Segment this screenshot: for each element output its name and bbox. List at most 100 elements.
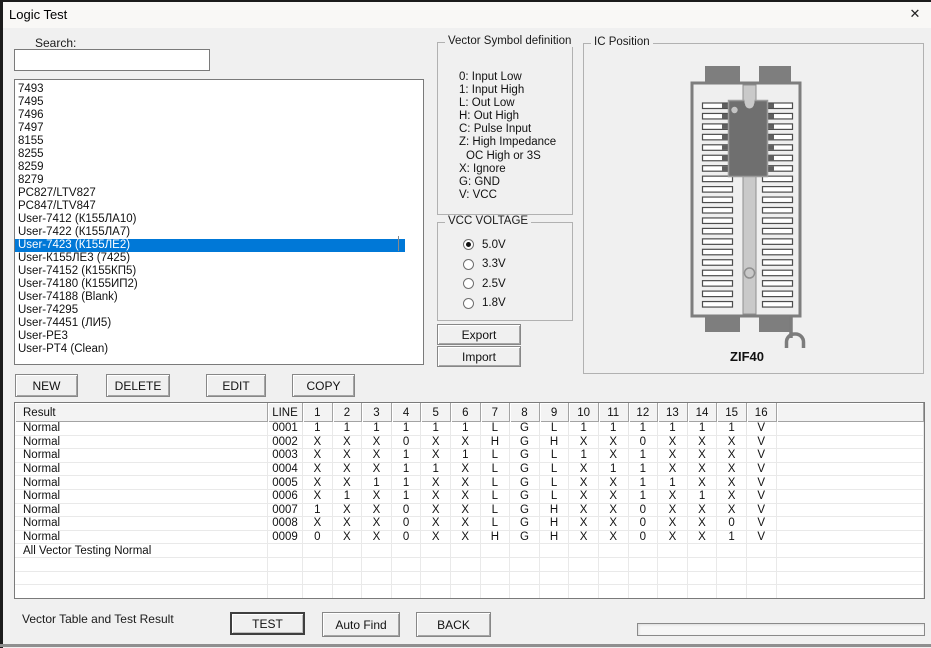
line-cell xyxy=(268,544,303,558)
pin-cell: 1 xyxy=(629,490,659,504)
vector-symbol-line: G: GND xyxy=(459,176,556,189)
result-cell[interactable]: Normal xyxy=(15,531,268,545)
pin-cell: V xyxy=(747,504,777,518)
vcc-option[interactable]: 1.8V xyxy=(463,294,506,314)
filler-cell xyxy=(777,504,925,518)
pin-cell: 1 xyxy=(333,490,363,504)
back-button[interactable]: BACK xyxy=(416,612,491,637)
list-item[interactable]: PC847/LTV847 xyxy=(15,200,405,213)
list-item[interactable]: 8155 xyxy=(15,135,405,148)
pin-cell: X xyxy=(333,476,363,490)
pin-cell: X xyxy=(599,476,629,490)
close-icon[interactable]: ✕ xyxy=(903,4,927,24)
test-button[interactable]: TEST xyxy=(230,612,305,635)
list-item[interactable]: 7493 xyxy=(15,83,405,96)
pin-cell xyxy=(688,585,718,599)
result-cell[interactable]: Normal xyxy=(15,517,268,531)
pin-cell: 1 xyxy=(392,476,422,490)
filler-cell xyxy=(777,449,925,463)
pin-cell: 1 xyxy=(392,449,422,463)
result-cell[interactable]: Normal xyxy=(15,490,268,504)
pin-cell xyxy=(569,572,599,586)
pin-cell: X xyxy=(303,490,333,504)
pin-cell: L xyxy=(481,422,511,436)
table-header-cell: 3 xyxy=(362,403,392,422)
new-button[interactable]: NEW xyxy=(15,374,78,397)
line-cell: 0008 xyxy=(268,517,303,531)
pin-cell: G xyxy=(510,517,540,531)
list-item[interactable]: PC827/LTV827 xyxy=(15,187,405,200)
pin-cell: X xyxy=(688,517,718,531)
search-input[interactable] xyxy=(14,49,210,71)
pin-cell: V xyxy=(747,490,777,504)
result-cell[interactable]: Normal xyxy=(15,476,268,490)
vcc-option[interactable]: 3.3V xyxy=(463,255,506,275)
result-table[interactable]: ResultLINE12345678910111213141516Normal0… xyxy=(14,402,925,599)
pin-cell: X xyxy=(717,449,747,463)
list-item[interactable]: 7496 xyxy=(15,109,405,122)
pin-cell: X xyxy=(421,436,451,450)
list-item[interactable]: 7497 xyxy=(15,122,405,135)
pin-cell: 0 xyxy=(629,504,659,518)
auto-find-button[interactable]: Auto Find xyxy=(322,612,400,637)
table-header-cell: 5 xyxy=(421,403,451,422)
pin-cell xyxy=(658,544,688,558)
pin-cell: X xyxy=(658,517,688,531)
result-cell[interactable]: Normal xyxy=(15,449,268,463)
list-item[interactable]: User-PT4 (Clean) xyxy=(15,343,405,356)
list-item[interactable]: User-7412 (К155ЛА10) xyxy=(15,213,405,226)
pin-cell: L xyxy=(540,476,570,490)
copy-button[interactable]: COPY xyxy=(292,374,355,397)
pin-cell: 1 xyxy=(629,422,659,436)
import-button[interactable]: Import xyxy=(437,346,521,367)
pin-cell: X xyxy=(688,504,718,518)
result-cell[interactable]: Normal xyxy=(15,422,268,436)
radio-icon[interactable] xyxy=(463,239,474,250)
result-cell[interactable]: Normal xyxy=(15,504,268,518)
radio-icon[interactable] xyxy=(463,298,474,309)
pin-cell: X xyxy=(569,531,599,545)
list-scrollbar-mark[interactable] xyxy=(398,236,399,251)
vector-symbol-line: C: Pulse Input xyxy=(459,123,556,136)
list-item[interactable]: User-74188 (Blank) xyxy=(15,291,405,304)
radio-icon[interactable] xyxy=(463,278,474,289)
delete-button[interactable]: DELETE xyxy=(106,374,170,397)
list-item[interactable]: 8259 xyxy=(15,161,405,174)
pin-cell xyxy=(510,572,540,586)
vcc-option[interactable]: 5.0V xyxy=(463,235,506,255)
pin-cell: G xyxy=(510,422,540,436)
window-border-left xyxy=(0,0,3,648)
filler-cell xyxy=(777,572,925,586)
filler-cell xyxy=(777,531,925,545)
list-item[interactable]: User-74295 xyxy=(15,304,405,317)
line-cell: 0003 xyxy=(268,449,303,463)
list-item[interactable]: User-74451 (ЛИ5) xyxy=(15,317,405,330)
pin-cell: V xyxy=(747,476,777,490)
result-cell[interactable]: Normal xyxy=(15,463,268,477)
pin-cell: X xyxy=(362,490,392,504)
pin-cell: 0 xyxy=(629,517,659,531)
pin-cell xyxy=(421,558,451,572)
table-header-cell: 1 xyxy=(303,403,333,422)
list-item[interactable]: User-74180 (К155ИП2) xyxy=(15,278,405,291)
footer-status-label: Vector Table and Test Result xyxy=(22,612,174,626)
list-item[interactable]: User-7423 (К155ЛЕ2) xyxy=(15,239,405,252)
result-cell[interactable]: Normal xyxy=(15,436,268,450)
radio-icon[interactable] xyxy=(463,259,474,270)
pin-cell: H xyxy=(481,436,511,450)
vector-symbol-line: H: Out High xyxy=(459,110,556,123)
chip-list[interactable]: 74937495749674978155825582598279PC827/LT… xyxy=(14,79,424,365)
edit-button[interactable]: EDIT xyxy=(206,374,266,397)
pin-cell: L xyxy=(481,490,511,504)
export-button[interactable]: Export xyxy=(437,324,521,345)
pin-cell: 0 xyxy=(629,436,659,450)
list-item[interactable]: User-PE3 xyxy=(15,330,405,343)
vcc-option[interactable]: 2.5V xyxy=(463,274,506,294)
list-item[interactable]: 7495 xyxy=(15,96,405,109)
vector-symbol-line: V: VCC xyxy=(459,189,556,202)
list-item[interactable]: User-К155ЛЕ3 (7425) xyxy=(15,252,405,265)
list-item[interactable]: User-7422 (К155ЛА7) xyxy=(15,226,405,239)
list-item[interactable]: 8255 xyxy=(15,148,405,161)
list-item[interactable]: User-74152 (К155КП5) xyxy=(15,265,405,278)
list-item[interactable]: 8279 xyxy=(15,174,405,187)
